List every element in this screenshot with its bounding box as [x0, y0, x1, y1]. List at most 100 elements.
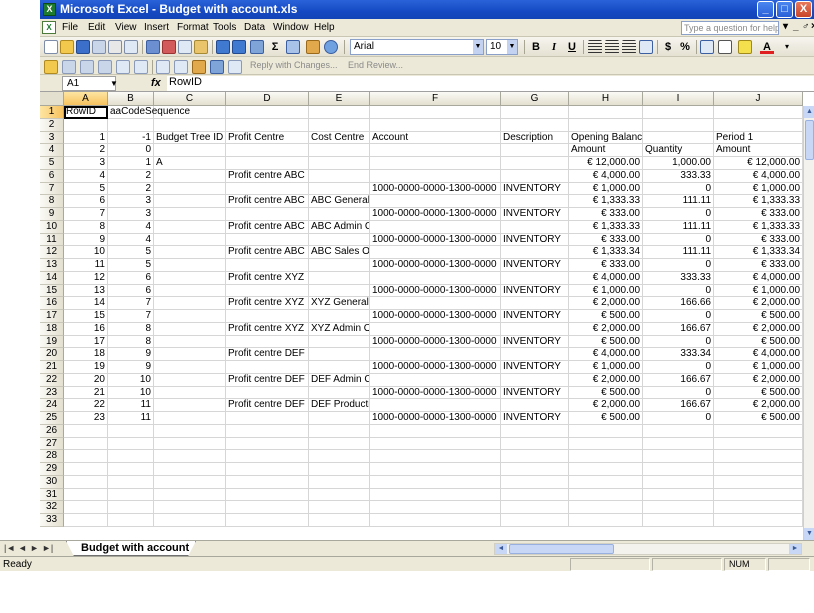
cell-h22[interactable]: € 2,000.00: [569, 373, 643, 387]
cell-f16[interactable]: [370, 297, 501, 310]
cell-g14[interactable]: [501, 271, 569, 285]
cell-i25[interactable]: 0: [643, 412, 714, 425]
cell-d1[interactable]: [226, 106, 309, 119]
cell-h14[interactable]: € 4,000.00: [569, 271, 643, 285]
cell-d18[interactable]: Profit centre XYZ: [226, 322, 309, 336]
cell-i5[interactable]: 1,000.00: [643, 157, 714, 170]
protect-icon[interactable]: [228, 60, 242, 74]
cell-b15[interactable]: 6: [108, 284, 154, 298]
cell-g18[interactable]: [501, 322, 569, 336]
cell-i7[interactable]: 0: [643, 182, 714, 196]
scroll-down-icon[interactable]: ▼: [804, 528, 814, 540]
row-header-16[interactable]: 16: [40, 297, 64, 310]
cell-f9[interactable]: 1000-0000-0000-1300-0000: [370, 208, 501, 221]
cell-f32[interactable]: [370, 501, 501, 514]
cell-j9[interactable]: € 333.00: [714, 208, 803, 221]
cell-a8[interactable]: 6: [64, 195, 108, 208]
row-header-28[interactable]: 28: [40, 450, 64, 463]
cell-c26[interactable]: [154, 424, 226, 438]
cell-g30[interactable]: [501, 475, 569, 489]
cell-d11[interactable]: [226, 233, 309, 247]
cell-f21[interactable]: 1000-0000-0000-1300-0000: [370, 361, 501, 374]
cell-h7[interactable]: € 1,000.00: [569, 182, 643, 196]
cell-c7[interactable]: [154, 182, 226, 196]
cell-d29[interactable]: [226, 463, 309, 476]
cell-c18[interactable]: [154, 322, 226, 336]
cell-c5[interactable]: A: [154, 157, 226, 170]
cell-c12[interactable]: [154, 246, 226, 259]
cell-j26[interactable]: [714, 424, 803, 438]
menu-insert[interactable]: Insert: [144, 22, 169, 33]
cell-d13[interactable]: [226, 259, 309, 272]
currency-button[interactable]: $: [661, 40, 675, 54]
row-header-3[interactable]: 3: [40, 131, 64, 145]
cell-h3[interactable]: Opening Balance: [569, 131, 643, 145]
cell-g22[interactable]: [501, 373, 569, 387]
cell-h32[interactable]: [569, 501, 643, 514]
menu-view[interactable]: View: [115, 22, 137, 33]
cell-a28[interactable]: [64, 450, 108, 463]
cell-j22[interactable]: € 2,000.00: [714, 373, 803, 387]
cell-d10[interactable]: Profit centre ABC: [226, 220, 309, 234]
reviewing-pane-icon[interactable]: [210, 60, 224, 74]
cell-j14[interactable]: € 4,000.00: [714, 271, 803, 285]
help-icon[interactable]: [324, 40, 338, 54]
cell-g7[interactable]: INVENTORY: [501, 182, 569, 196]
cell-g25[interactable]: INVENTORY: [501, 412, 569, 425]
cell-d7[interactable]: [226, 182, 309, 196]
row-header-4[interactable]: 4: [40, 144, 64, 157]
save-icon[interactable]: [76, 40, 90, 54]
workbook-restore-button[interactable]: ♂: [802, 21, 810, 32]
cell-g16[interactable]: [501, 297, 569, 310]
cell-d16[interactable]: Profit centre XYZ: [226, 297, 309, 310]
cell-j27[interactable]: [714, 437, 803, 451]
cell-c15[interactable]: [154, 284, 226, 298]
cell-d12[interactable]: Profit centre ABC: [226, 246, 309, 259]
cell-e22[interactable]: DEF Admin C: [309, 373, 370, 387]
cell-d28[interactable]: [226, 450, 309, 463]
horizontal-scroll-thumb[interactable]: [509, 544, 614, 554]
row-header-18[interactable]: 18: [40, 322, 64, 336]
cell-d15[interactable]: [226, 284, 309, 298]
cell-f29[interactable]: [370, 463, 501, 476]
cell-j7[interactable]: € 1,000.00: [714, 182, 803, 196]
cell-i22[interactable]: 166.67: [643, 373, 714, 387]
cell-b3[interactable]: -1: [108, 131, 154, 145]
cell-g19[interactable]: INVENTORY: [501, 335, 569, 349]
cell-g4[interactable]: [501, 144, 569, 157]
cell-f14[interactable]: [370, 271, 501, 285]
cell-a4[interactable]: 2: [64, 144, 108, 157]
cell-b20[interactable]: 9: [108, 348, 154, 361]
column-header-h[interactable]: H: [569, 92, 643, 106]
cell-e24[interactable]: DEF Producti: [309, 399, 370, 412]
cell-f26[interactable]: [370, 424, 501, 438]
row-header-24[interactable]: 24: [40, 399, 64, 412]
cell-j12[interactable]: € 1,333.34: [714, 246, 803, 259]
row-header-7[interactable]: 7: [40, 182, 64, 196]
row-header-17[interactable]: 17: [40, 310, 64, 323]
cell-g8[interactable]: [501, 195, 569, 208]
vertical-scroll-thumb[interactable]: [805, 120, 814, 160]
cell-h24[interactable]: € 2,000.00: [569, 399, 643, 412]
cell-j17[interactable]: € 500.00: [714, 310, 803, 323]
cell-a25[interactable]: 23: [64, 412, 108, 425]
cell-g31[interactable]: [501, 488, 569, 502]
cell-h30[interactable]: [569, 475, 643, 489]
cell-f8[interactable]: [370, 195, 501, 208]
cell-j19[interactable]: € 500.00: [714, 335, 803, 349]
cell-b27[interactable]: [108, 437, 154, 451]
insert-function-icon[interactable]: fx: [151, 77, 161, 89]
cell-i29[interactable]: [643, 463, 714, 476]
row-header-25[interactable]: 25: [40, 412, 64, 425]
cell-c14[interactable]: [154, 271, 226, 285]
cell-b32[interactable]: [108, 501, 154, 514]
cell-c1[interactable]: [154, 106, 226, 119]
cell-a24[interactable]: 22: [64, 399, 108, 412]
send-mail-icon[interactable]: [192, 60, 206, 74]
cell-c27[interactable]: [154, 437, 226, 451]
cell-h15[interactable]: € 1,000.00: [569, 284, 643, 298]
cell-d17[interactable]: [226, 310, 309, 323]
cell-a30[interactable]: [64, 475, 108, 489]
cell-f6[interactable]: [370, 169, 501, 183]
cell-b7[interactable]: 2: [108, 182, 154, 196]
